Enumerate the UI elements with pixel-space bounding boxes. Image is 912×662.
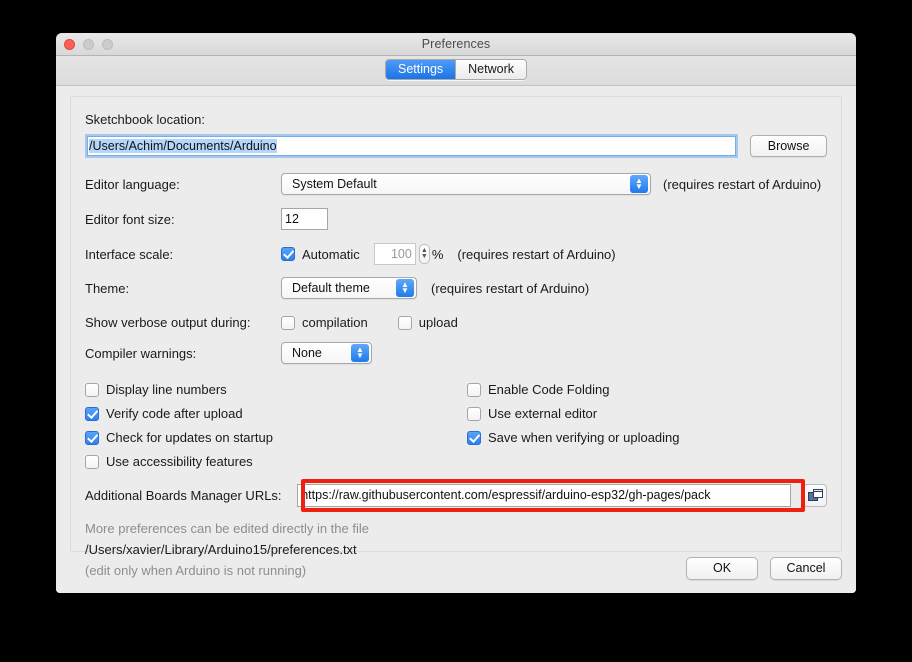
- interface-scale-label: Interface scale:: [85, 246, 174, 262]
- checkbox-enable-code-folding[interactable]: Enable Code Folding: [467, 382, 680, 397]
- ok-button[interactable]: OK: [686, 557, 758, 580]
- boards-manager-urls-row: Additional Boards Manager URLs: https://…: [85, 479, 827, 512]
- interface-scale-percent-label: %: [431, 246, 444, 262]
- compiler-warnings-row: Compiler warnings: None ▲ ▼: [85, 342, 827, 364]
- checkbox-icon: [85, 382, 99, 397]
- editor-language-value: System Default: [292, 177, 377, 191]
- checkbox-icon: [85, 430, 99, 445]
- interface-scale-note: (requires restart of Arduino): [457, 246, 616, 262]
- theme-note: (requires restart of Arduino): [431, 280, 590, 296]
- theme-row: Theme: Default theme ▲ ▼ (requires restar…: [85, 277, 827, 299]
- browse-button[interactable]: Browse: [750, 135, 827, 157]
- checkbox-label: Use accessibility features: [106, 454, 253, 469]
- editor-language-row: Editor language: System Default ▲ ▼ (requ…: [85, 173, 827, 195]
- checkbox-verify-code-after-upload[interactable]: Verify code after upload: [85, 406, 467, 421]
- url-field-highlight-box: [301, 479, 805, 512]
- checkbox-label: Verify code after upload: [106, 406, 243, 421]
- checkbox-icon: [85, 406, 99, 421]
- checkbox-label: Use external editor: [488, 406, 598, 421]
- checkbox-label: Check for updates on startup: [106, 430, 273, 445]
- checkbox-use-accessibility-features[interactable]: Use accessibility features: [85, 454, 467, 469]
- dialog-footer: OK Cancel: [686, 557, 842, 580]
- sketchbook-row: /Users/Achim/Documents/Arduino Browse: [85, 134, 827, 158]
- editor-font-size-label: Editor font size:: [85, 211, 175, 227]
- theme-select[interactable]: Default theme ▲ ▼: [281, 277, 417, 299]
- checkbox-icon: [281, 247, 295, 261]
- interface-scale-row: Interface scale: Automatic 100 ▲ ▼ % (re…: [85, 243, 827, 265]
- sketchbook-location-label: Sketchbook location:: [85, 111, 205, 127]
- verbose-output-label: Show verbose output during:: [85, 315, 251, 330]
- interface-scale-automatic-checkbox[interactable]: Automatic: [281, 247, 360, 262]
- checkbox-icon: [85, 454, 99, 469]
- checkbox-label: Save when verifying or uploading: [488, 430, 680, 445]
- boards-manager-urls-label: Additional Boards Manager URLs:: [85, 488, 282, 503]
- checkbox-label: Enable Code Folding: [488, 382, 610, 397]
- checkbox-check-for-updates-on-startup[interactable]: Check for updates on startup: [85, 430, 467, 445]
- editor-language-label: Editor language:: [85, 176, 180, 192]
- checkbox-column-left: Display line numbers Verify code after u…: [85, 382, 467, 469]
- theme-value: Default theme: [292, 281, 370, 295]
- verbose-output-row: Show verbose output during: compilation …: [85, 315, 827, 330]
- checkbox-icon: [281, 315, 295, 330]
- settings-panel: Sketchbook location: /Users/Achim/Docume…: [70, 96, 842, 578]
- chevron-updown-icon: ▲ ▼: [630, 175, 648, 193]
- checkbox-columns: Display line numbers Verify code after u…: [85, 382, 827, 469]
- verbose-upload-label: upload: [418, 315, 458, 330]
- stepper-down-icon: ▼: [420, 253, 428, 260]
- duplicate-windows-icon: [807, 488, 823, 501]
- sketchbook-label-row: Sketchbook location:: [85, 109, 827, 129]
- checkbox-display-line-numbers[interactable]: Display line numbers: [85, 382, 467, 397]
- footnote-line-1: More preferences can be edited directly …: [85, 521, 369, 536]
- editor-font-size-row: Editor font size: 12: [85, 208, 827, 230]
- verbose-compilation-checkbox[interactable]: compilation: [281, 315, 368, 330]
- interface-scale-value: 100: [390, 247, 412, 261]
- preferences-content: Sketchbook location: /Users/Achim/Docume…: [56, 86, 856, 593]
- interface-scale-input[interactable]: 100: [373, 243, 416, 265]
- duplicate-windows-button[interactable]: [803, 484, 827, 507]
- editor-language-note: (requires restart of Arduino): [663, 176, 822, 192]
- chevron-updown-icon: ▲ ▼: [351, 344, 369, 362]
- verbose-compilation-label: compilation: [302, 315, 368, 330]
- interface-scale-automatic-label: Automatic: [302, 246, 360, 262]
- checkbox-icon: [467, 430, 481, 445]
- window-title: Preferences: [421, 37, 491, 51]
- checkbox-icon: [397, 315, 412, 330]
- verbose-upload-checkbox[interactable]: upload: [397, 315, 458, 330]
- tab-group: Settings Network: [384, 59, 527, 80]
- compiler-warnings-value: None: [292, 346, 322, 360]
- compiler-warnings-select[interactable]: None ▲ ▼: [281, 342, 372, 364]
- tab-network[interactable]: Network: [455, 60, 526, 79]
- checkbox-icon: [467, 406, 481, 421]
- tab-bar: Settings Network: [56, 56, 856, 86]
- checkbox-save-when-verifying-or-uploading[interactable]: Save when verifying or uploading: [467, 430, 680, 445]
- interface-scale-stepper[interactable]: ▲ ▼: [418, 244, 430, 264]
- compiler-warnings-label: Compiler warnings:: [85, 345, 197, 361]
- window-titlebar: Preferences: [56, 33, 856, 56]
- checkbox-column-right: Enable Code Folding Use external editor …: [467, 382, 680, 445]
- cancel-button[interactable]: Cancel: [770, 557, 842, 580]
- footnote-line-2: /Users/xavier/Library/Arduino15/preferen…: [85, 542, 357, 557]
- preferences-window: Preferences Settings Network Sketchbook …: [56, 33, 856, 593]
- chevron-updown-icon: ▲ ▼: [396, 279, 414, 297]
- editor-language-select[interactable]: System Default ▲ ▼: [281, 173, 651, 195]
- checkbox-icon: [467, 382, 481, 397]
- theme-label: Theme:: [85, 280, 130, 296]
- editor-font-size-input[interactable]: 12: [281, 208, 328, 230]
- sketchbook-location-value: /Users/Achim/Documents/Arduino: [89, 139, 277, 153]
- checkbox-use-external-editor[interactable]: Use external editor: [467, 406, 680, 421]
- sketchbook-location-input[interactable]: /Users/Achim/Documents/Arduino: [85, 134, 739, 158]
- tab-settings[interactable]: Settings: [385, 60, 456, 79]
- checkbox-label: Display line numbers: [106, 382, 227, 397]
